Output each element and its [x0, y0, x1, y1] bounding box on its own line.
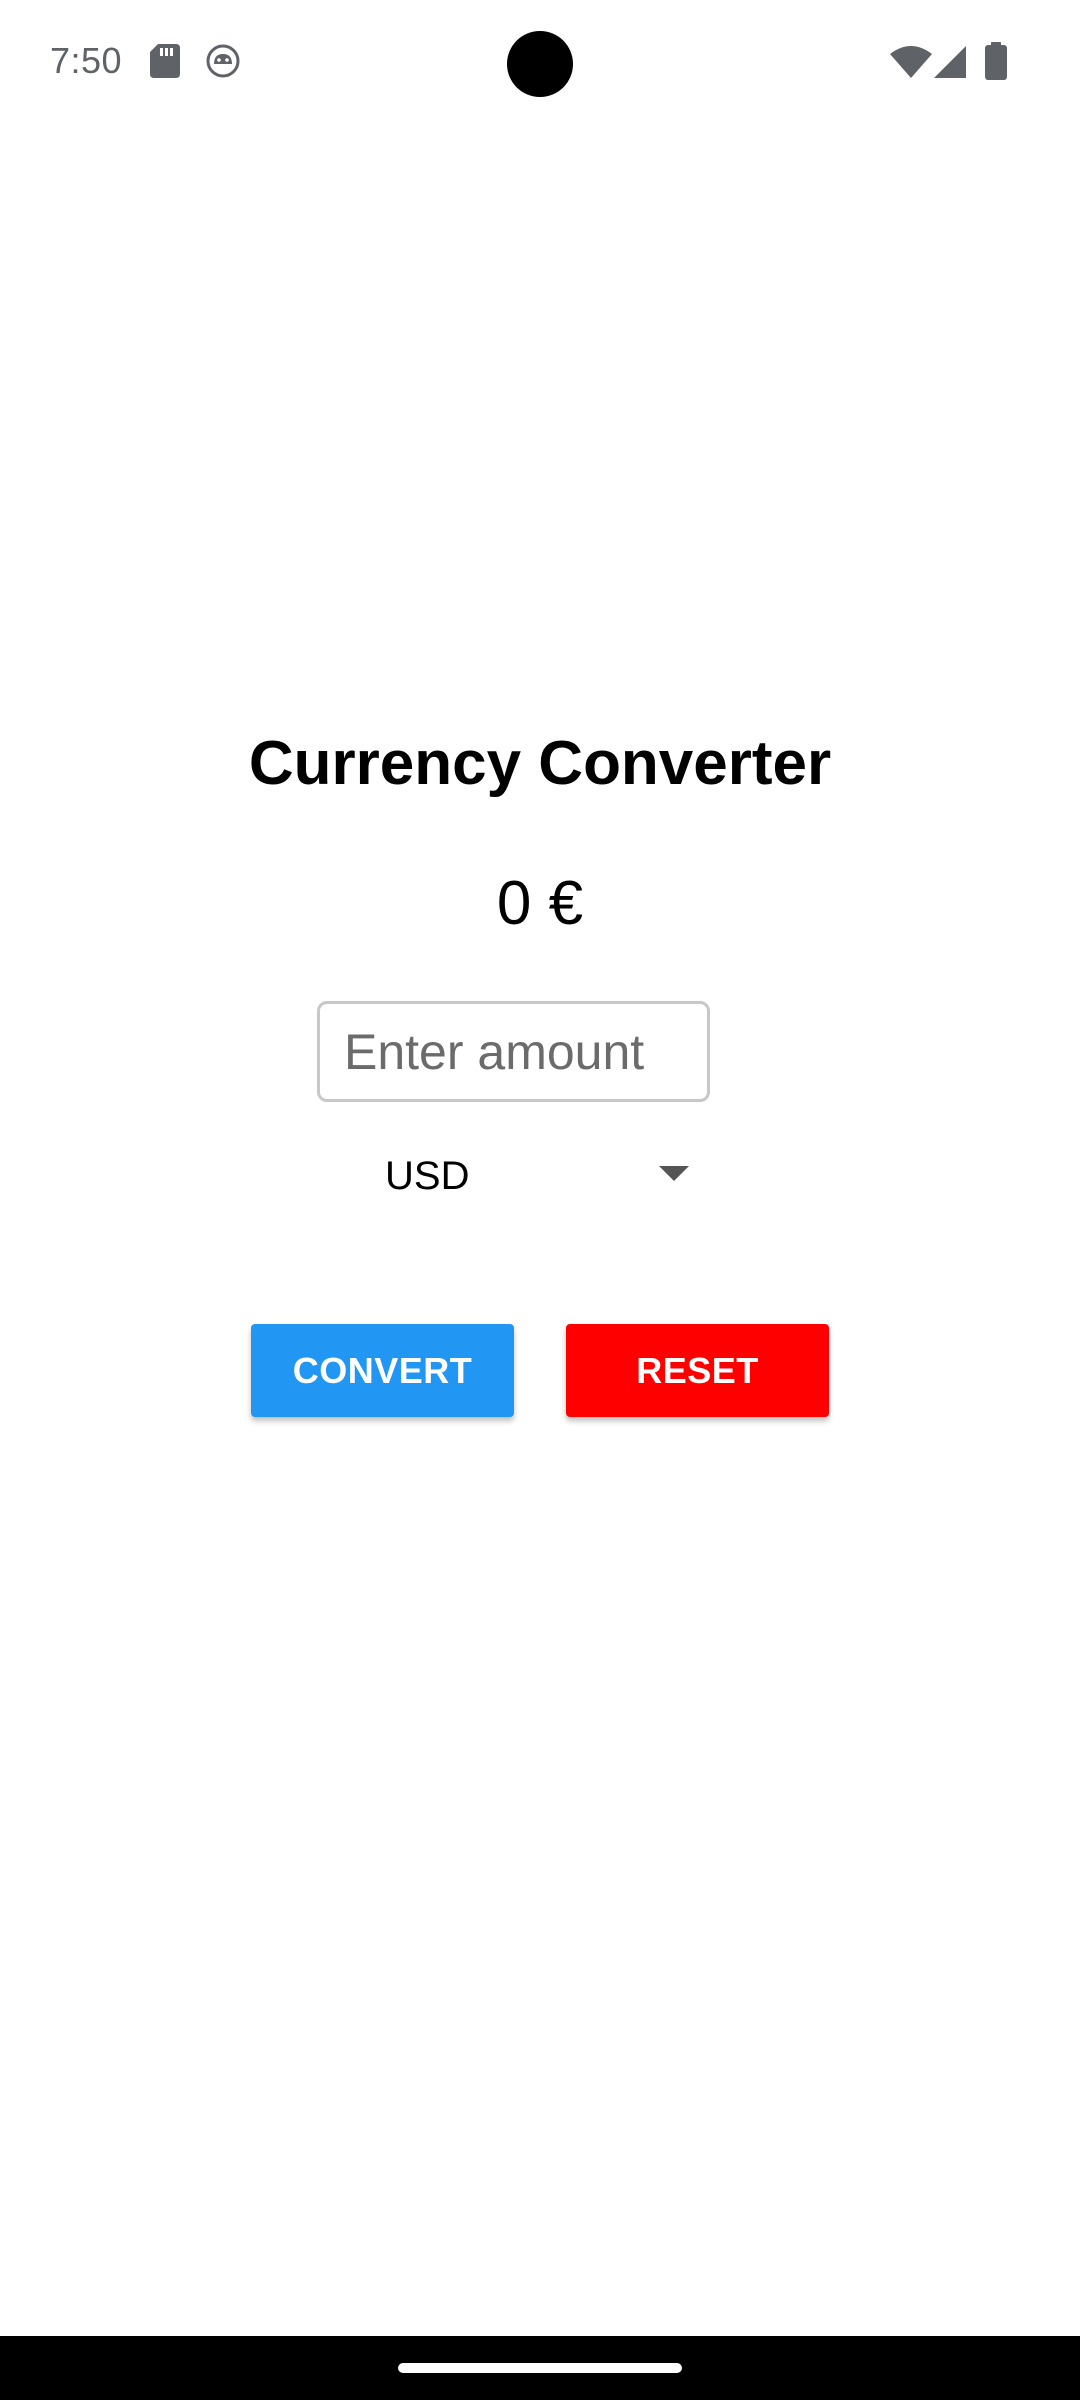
convert-button[interactable]: CONVERT	[251, 1324, 514, 1417]
status-time: 7:50	[50, 40, 123, 81]
dropdown-arrow-icon	[659, 1166, 689, 1181]
wifi-icon	[890, 46, 932, 78]
screen: 7:50 Currency Converter 0 € USD	[0, 0, 1080, 2400]
page-title: Currency Converter	[248, 729, 832, 798]
android-debug-icon	[206, 44, 240, 78]
conversion-result: 0 €	[496, 869, 584, 938]
sd-card-icon	[150, 44, 180, 78]
cell-signal-icon	[934, 46, 966, 78]
amount-input[interactable]	[317, 1001, 710, 1102]
navigation-bar	[0, 2336, 1080, 2400]
front-camera-cutout	[507, 31, 573, 97]
currency-selected-value: USD	[385, 1154, 470, 1198]
gesture-handle[interactable]	[398, 2363, 682, 2373]
status-bar: 7:50	[0, 0, 1080, 130]
currency-dropdown[interactable]: USD	[355, 1140, 705, 1210]
battery-icon	[985, 42, 1007, 80]
reset-button[interactable]: RESET	[566, 1324, 829, 1417]
